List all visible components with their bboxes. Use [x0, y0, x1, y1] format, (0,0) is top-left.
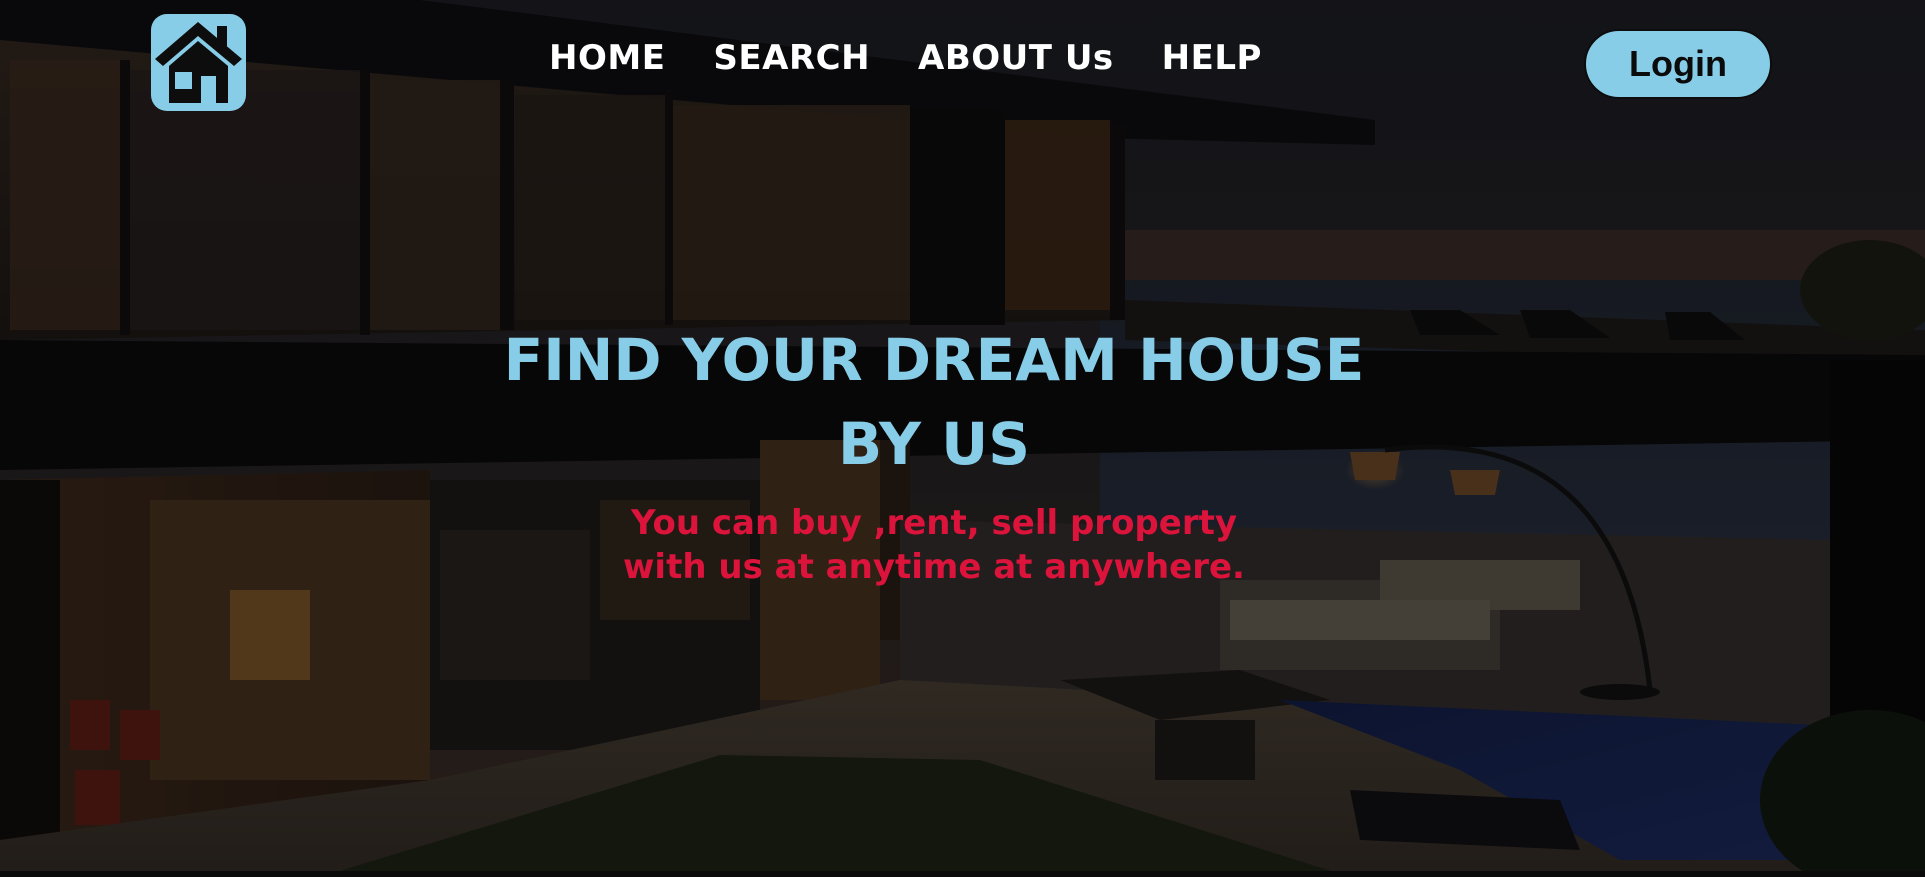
nav-search[interactable]: SEARCH	[713, 34, 870, 82]
nav-about-us[interactable]: ABOUT Us	[918, 34, 1114, 82]
login-button[interactable]: Login	[1584, 29, 1772, 99]
home-logo[interactable]	[151, 14, 246, 111]
nav-help[interactable]: HELP	[1162, 34, 1262, 82]
hero-title-line-1: FIND YOUR DREAM HOUSE	[503, 326, 1365, 394]
hero-title: FIND YOUR DREAM HOUSE BY US	[0, 318, 1868, 486]
hero-subtitle-line-1: You can buy ,rent, sell property	[630, 503, 1238, 543]
hero-title-line-2: BY US	[837, 410, 1031, 478]
main-nav: HOME SEARCH ABOUT Us HELP	[549, 34, 1262, 82]
hero-subtitle: You can buy ,rent, sell property with us…	[0, 501, 1868, 589]
nav-home[interactable]: HOME	[549, 34, 665, 82]
landing-page: HOME SEARCH ABOUT Us HELP Login FIND YOU…	[0, 0, 1925, 877]
bottom-edge	[0, 871, 1925, 877]
house-icon	[155, 22, 242, 103]
hero-subtitle-line-2: with us at anytime at anywhere.	[623, 547, 1245, 587]
